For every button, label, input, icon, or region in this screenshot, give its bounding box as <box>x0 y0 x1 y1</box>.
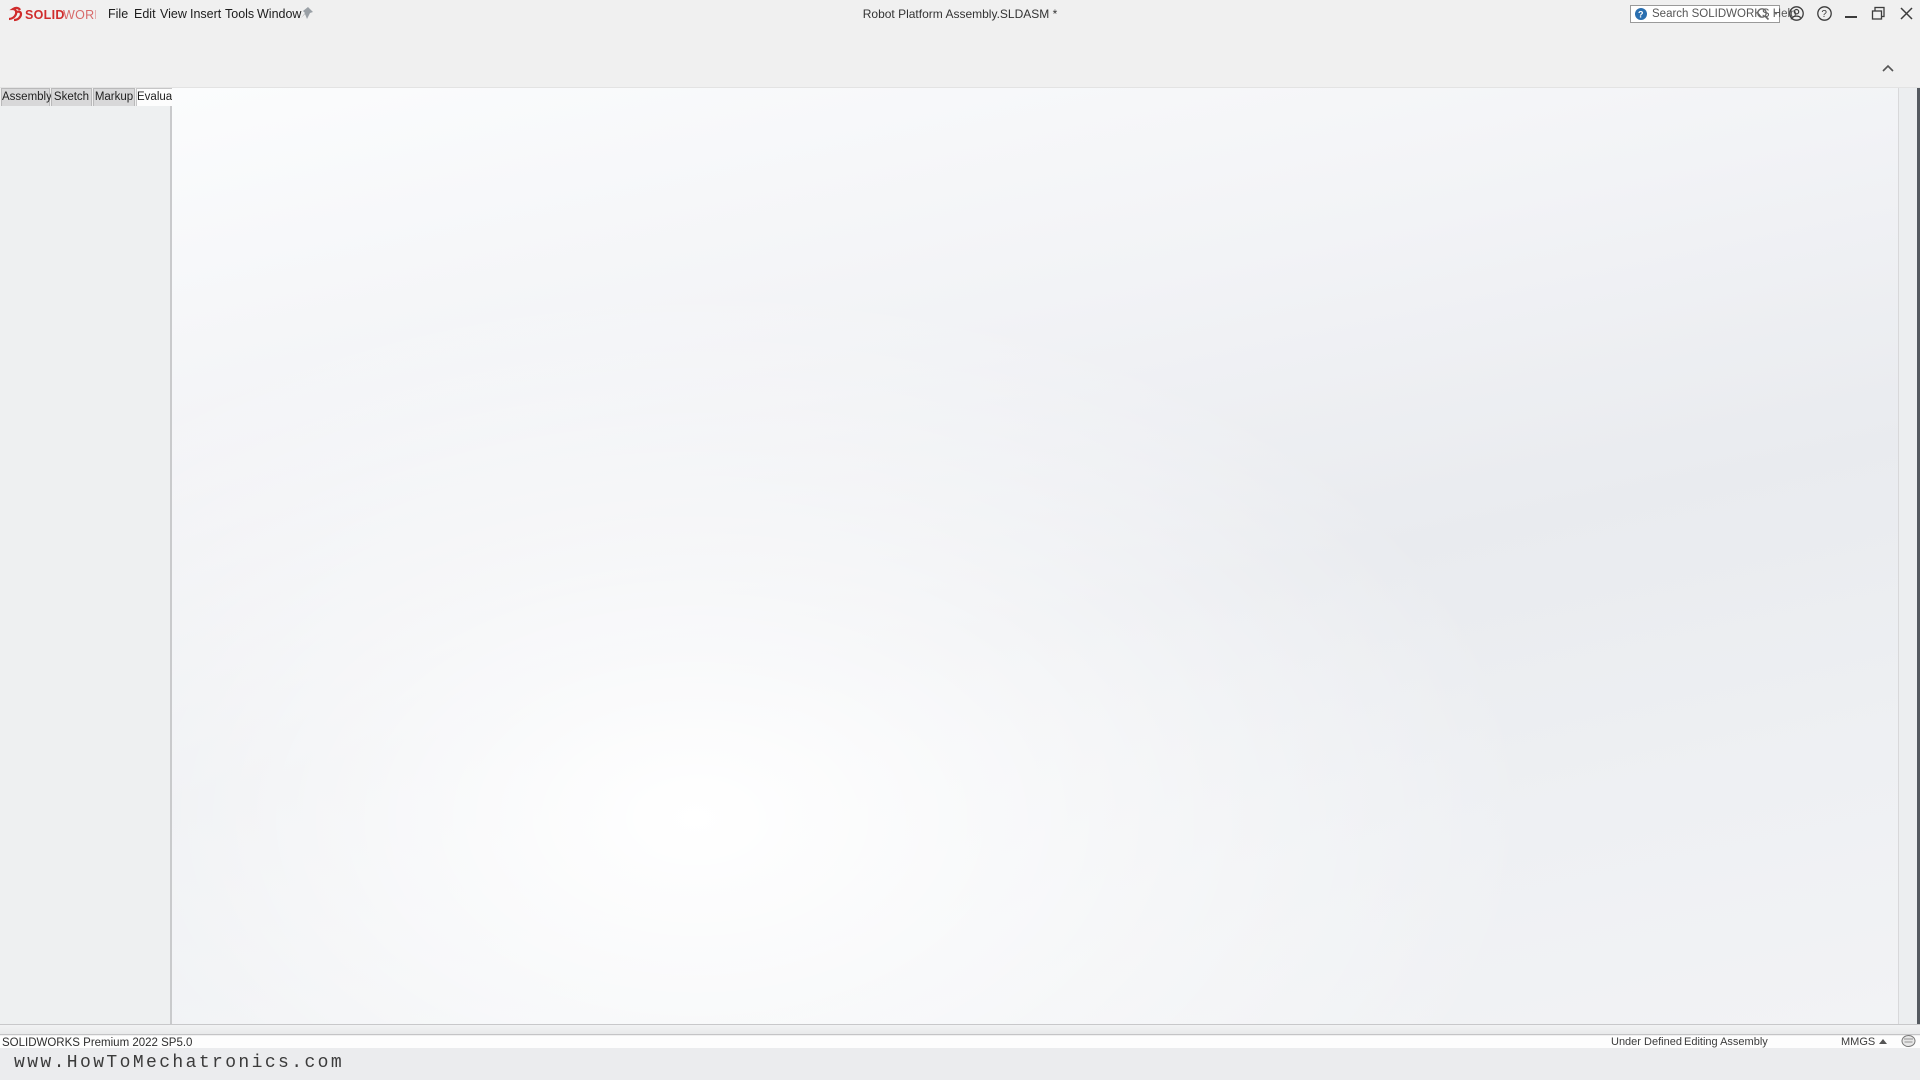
svg-text:?: ? <box>1821 9 1827 20</box>
svg-text:?: ? <box>1638 10 1644 20</box>
